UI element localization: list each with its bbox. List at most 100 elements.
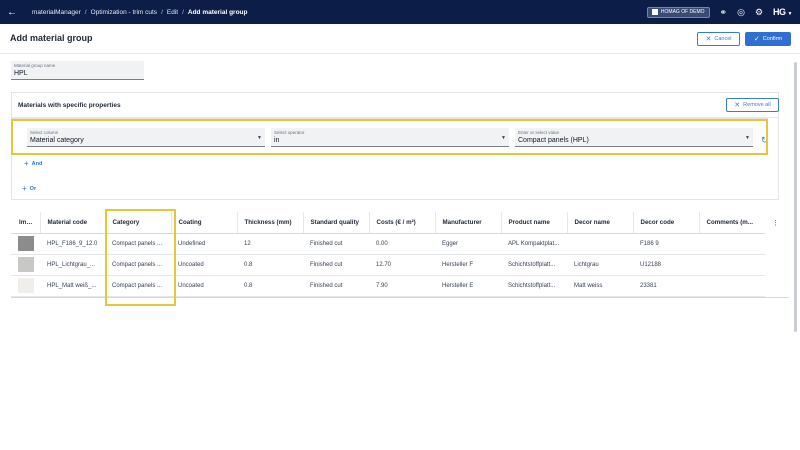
cancel-label: Cancel (714, 36, 732, 42)
decor-code-cell: F186 9 (633, 233, 699, 255)
link-icon[interactable]: ⚭ (720, 7, 728, 17)
column-header-product-name[interactable]: Product name (500, 212, 567, 234)
plus-icon: + (24, 159, 29, 168)
refresh-icon[interactable]: ↻ (761, 135, 769, 146)
decor-code-cell: 23381 (633, 275, 699, 297)
chevron-down-icon: ▼ (787, 11, 793, 17)
field-label: Material group name (14, 63, 56, 68)
back-arrow-icon[interactable]: ← (0, 0, 24, 24)
thickness-cell: 12 (237, 233, 303, 255)
product-name-cell: Schichtstoffplatt... (501, 275, 567, 297)
field-label: Enter or select value (518, 130, 560, 135)
and-label: And (31, 160, 43, 167)
or-label: Or (29, 185, 37, 192)
column-header-decor-name[interactable]: Decor name (566, 212, 633, 234)
remove-all-button[interactable]: ✕ Remove all (726, 98, 779, 112)
coating-cell: Uncoated (171, 275, 237, 297)
caret-down-icon: ▼ (257, 135, 262, 141)
column-header-category[interactable]: Category (104, 212, 171, 234)
caret-down-icon: ▼ (501, 135, 506, 141)
category-cell: Compact panels ... (105, 254, 171, 276)
field-value: Compact panels (HPL) (518, 137, 589, 144)
category-cell: Compact panels ... (105, 233, 171, 255)
material-code-cell: HPL_F186_9_12.0 (40, 233, 105, 255)
field-label: Select column (30, 130, 59, 135)
caret-down-icon: ▼ (745, 135, 750, 141)
quality-cell: Finished cut (303, 275, 369, 297)
quality-cell: Finished cut (303, 254, 369, 276)
field-label: Select operator (274, 130, 305, 135)
logo-text: HG (773, 7, 786, 17)
cancel-button[interactable]: ✕ Cancel (697, 32, 740, 46)
thumbnail-cell (11, 254, 40, 276)
decor-code-cell: U12188 (633, 254, 699, 276)
breadcrumb: materialManager / Optimization - trim cu… (32, 9, 247, 16)
decor-name-cell: Matt weiss (567, 275, 633, 297)
column-header-image[interactable]: Ima... (11, 212, 40, 234)
remove-all-label: Remove all (743, 102, 771, 108)
add-and-condition-button[interactable]: + And (24, 159, 42, 168)
breadcrumb-item-optimization[interactable]: Optimization - trim cuts (91, 9, 157, 16)
manufacturer-cell: Hersteller E (435, 275, 501, 297)
add-or-condition-button[interactable]: + Or (22, 184, 36, 193)
coating-cell: Undefined (171, 233, 237, 255)
organization-label: HOMAG OF DEMO (660, 9, 705, 15)
select-operator-dropdown[interactable]: Select operator in ▼ (271, 128, 509, 147)
material-code-cell: HPL_Matt weiß_... (40, 275, 105, 297)
material-group-name-field[interactable]: Material group name HPL (11, 61, 144, 80)
comments-cell (699, 254, 765, 276)
column-header-costs[interactable]: Costs (€ / m²) (368, 212, 435, 234)
column-header-thickness[interactable]: Thickness (mm) (236, 212, 303, 234)
table-bottom-border (11, 297, 789, 298)
column-header-manufacturer[interactable]: Manufacturer (434, 212, 501, 234)
top-bar: ← materialManager / Optimization - trim … (0, 0, 800, 24)
page-scrollbar[interactable] (794, 62, 797, 332)
column-header-material-code[interactable]: Material code (39, 212, 105, 234)
coating-cell: Uncoated (171, 254, 237, 276)
close-icon: ✕ (705, 36, 712, 43)
breadcrumb-separator: / (84, 8, 87, 16)
column-header-comments[interactable]: Comments (m... (698, 212, 765, 234)
cost-cell: 12.70 (369, 254, 435, 276)
cost-cell: 7.90 (369, 275, 435, 297)
settings-icon[interactable]: ⚙ (755, 7, 763, 17)
materials-table: Ima... Material code Category Coating Th… (11, 212, 765, 297)
breadcrumb-separator: / (182, 8, 184, 16)
select-column-dropdown[interactable]: Select column Material category ▼ (27, 128, 265, 147)
thumbnail-cell (11, 233, 40, 255)
card-title: Materials with specific properties (18, 102, 121, 109)
column-header-decor-code[interactable]: Decor code (632, 212, 699, 234)
support-icon[interactable]: ◎ (737, 7, 745, 17)
column-header-standard-quality[interactable]: Standard quality (302, 212, 369, 234)
header-divider (0, 53, 800, 54)
organization-switcher[interactable]: HOMAG OF DEMO (646, 6, 710, 18)
breadcrumb-separator: / (161, 8, 163, 16)
field-value: in (274, 137, 280, 144)
confirm-label: Confirm (762, 36, 783, 42)
table-row[interactable]: HPL_Lichtgrau_... Compact panels ... Unc… (11, 254, 765, 276)
comments-cell (699, 275, 765, 297)
category-cell: Compact panels ... (105, 275, 171, 297)
manufacturer-cell: Egger (435, 233, 501, 255)
close-icon: ✕ (734, 102, 741, 109)
quality-cell: Finished cut (303, 233, 369, 255)
product-name-cell: APL Kompaktplat... (501, 233, 567, 255)
cost-cell: 0.00 (369, 233, 435, 255)
column-header-coating[interactable]: Coating (170, 212, 237, 234)
app-logo[interactable]: HG ▼ (773, 7, 793, 17)
comments-cell (699, 233, 765, 255)
column-menu-icon[interactable]: ⋮ (772, 219, 779, 227)
breadcrumb-item-edit[interactable]: Edit (167, 9, 178, 16)
thickness-cell: 0.8 (237, 275, 303, 297)
table-row[interactable]: HPL_Matt weiß_... Compact panels ... Unc… (11, 275, 765, 297)
product-name-cell: Schichtstoffplatt... (501, 254, 567, 276)
breadcrumb-item-material-manager[interactable]: materialManager (32, 9, 81, 16)
checkmark-icon: ✓ (753, 36, 760, 43)
thickness-cell: 0.8 (237, 254, 303, 276)
table-row[interactable]: HPL_F186_9_12.0 Compact panels ... Undef… (11, 233, 765, 255)
page-title: Add material group (10, 33, 93, 43)
material-thumbnail (18, 236, 34, 251)
confirm-button[interactable]: ✓ Confirm (745, 32, 791, 46)
select-value-dropdown[interactable]: Enter or select value Compact panels (HP… (515, 128, 753, 147)
plus-icon: + (22, 184, 27, 193)
